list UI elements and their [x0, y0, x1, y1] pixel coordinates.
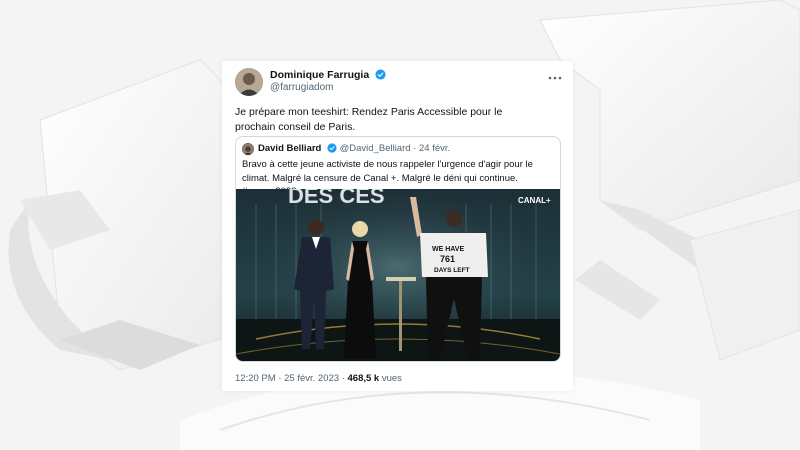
separator-dot: · — [341, 373, 345, 384]
tweet-card[interactable]: Dominique Farrugia @farrugiadom Je prépa… — [222, 61, 573, 391]
author-avatar[interactable] — [235, 68, 263, 96]
quoted-author-name[interactable]: David Belliard — [258, 143, 321, 154]
quoted-date[interactable]: · 24 févr. — [413, 143, 450, 154]
canal-plus-logo: CANAL+ — [518, 196, 551, 205]
quoted-photo[interactable]: DES CÉS CANAL+ WE HAVE 761 DAYS LEFT — [236, 189, 560, 362]
quoted-author-handle[interactable]: @David_Belliard — [340, 143, 411, 154]
tweet-timestamp[interactable]: 12:20 PM · 25 févr. 2023 · 468,5 k vues — [235, 373, 402, 384]
more-horizontal-icon[interactable] — [548, 71, 562, 81]
tweet-text: Je prépare mon teeshirt: Rendez Paris Ac… — [235, 106, 503, 133]
verified-badge-icon — [327, 143, 337, 153]
views-count[interactable]: 468,5 k — [348, 373, 380, 384]
shirt-text-line2: 761 — [440, 254, 455, 264]
shirt-text-line3: DAYS LEFT — [434, 267, 470, 274]
tweet-time[interactable]: 12:20 PM — [235, 373, 276, 384]
tweet-date[interactable]: 25 févr. 2023 — [284, 373, 339, 384]
separator-dot: · — [278, 373, 282, 384]
quoted-header: David Belliard @David_Belliard · 24 févr… — [258, 143, 450, 154]
author-name-text[interactable]: Dominique Farrugia — [270, 69, 369, 81]
quoted-tweet[interactable]: David Belliard @David_Belliard · 24 févr… — [235, 136, 561, 362]
quoted-author-avatar[interactable] — [242, 143, 254, 155]
author-handle[interactable]: @farrugiadom — [270, 82, 334, 93]
stage-banner-text: DES CÉS — [288, 189, 385, 208]
views-label: vues — [381, 373, 402, 384]
verified-badge-icon — [375, 69, 386, 80]
shirt-text-line1: WE HAVE — [432, 246, 464, 253]
author-name[interactable]: Dominique Farrugia — [270, 69, 386, 81]
